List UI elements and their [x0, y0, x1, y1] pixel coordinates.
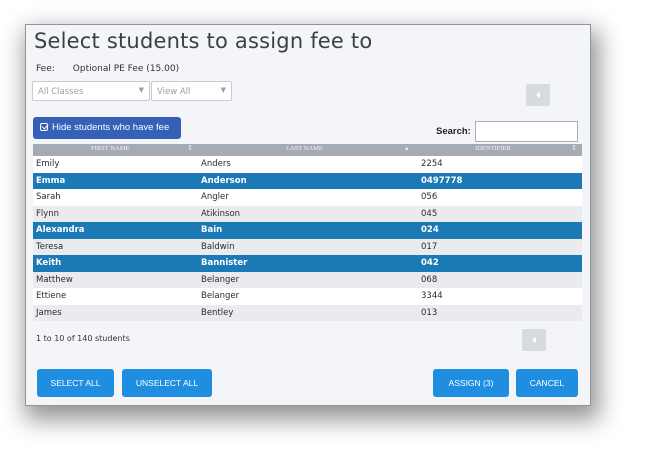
- chevron-left-icon: [536, 92, 540, 98]
- prev-page-button-bottom[interactable]: [522, 329, 546, 351]
- identifier-cell: 056: [421, 192, 438, 202]
- column-header-first-name[interactable]: FIRST NAME: [91, 145, 129, 152]
- last-name-cell: Anderson: [201, 175, 247, 186]
- identifier-cell: 013: [421, 307, 438, 318]
- first-name-cell: Teresa: [36, 241, 64, 252]
- search-input[interactable]: [475, 121, 578, 142]
- table-row[interactable]: Sarah Angler 056: [33, 189, 582, 206]
- first-name-cell: Alexandra: [36, 225, 85, 235]
- table-row[interactable]: Emily Anders 2254: [33, 156, 582, 173]
- table-row[interactable]: Matthew Belanger 068: [33, 271, 582, 288]
- prev-page-button-top[interactable]: [526, 84, 550, 106]
- first-name-cell: Matthew: [36, 274, 73, 285]
- caret-down-icon: ▼: [138, 86, 144, 94]
- classes-select-value: All Classes: [38, 87, 84, 97]
- fee-label: Fee:: [36, 64, 55, 74]
- caret-down-icon: ▼: [220, 86, 226, 94]
- sort-asc-icon[interactable]: ▴: [405, 144, 409, 152]
- cancel-button[interactable]: CANCEL: [516, 369, 578, 397]
- first-name-cell: Sarah: [36, 192, 61, 202]
- last-name-cell: Bain: [201, 225, 223, 235]
- sort-icon[interactable]: ⇕: [187, 144, 193, 152]
- last-name-cell: Belanger: [201, 274, 240, 285]
- last-name-cell: Bentley: [201, 307, 234, 318]
- view-select-value: View All: [157, 87, 191, 97]
- first-name-cell: Keith: [36, 258, 62, 268]
- identifier-cell: 042: [421, 258, 439, 268]
- table-row[interactable]: Teresa Baldwin 017: [33, 238, 582, 255]
- assign-button[interactable]: ASSIGN (3): [433, 369, 509, 397]
- select-all-button[interactable]: SELECT ALL: [37, 369, 114, 397]
- identifier-cell: 017: [421, 241, 438, 252]
- first-name-cell: James: [36, 307, 62, 318]
- first-name-cell: Emma: [36, 175, 66, 186]
- table-header: FIRST NAME ⇕ LAST NAME ▴ IDENTIFIER ⇕: [33, 144, 582, 156]
- view-select[interactable]: View All ▼: [151, 81, 232, 101]
- first-name-cell: Flynn: [36, 208, 60, 219]
- table-row[interactable]: Emma Anderson 0497778: [33, 172, 582, 189]
- sort-icon[interactable]: ⇕: [571, 144, 577, 152]
- identifier-cell: 0497778: [421, 175, 463, 186]
- search-label: Search:: [436, 126, 471, 137]
- identifier-cell: 068: [421, 274, 438, 285]
- identifier-cell: 024: [421, 225, 439, 235]
- last-name-cell: Angler: [201, 192, 229, 202]
- checkbox-checked-icon: [40, 123, 48, 131]
- fee-info: Fee: Optional PE Fee (15.00): [36, 64, 179, 74]
- column-header-last-name[interactable]: LAST NAME: [286, 145, 323, 152]
- last-name-cell: Bannister: [201, 258, 248, 268]
- chevron-left-icon: [532, 337, 536, 343]
- hide-students-with-fee-button[interactable]: Hide students who have fee: [33, 117, 181, 139]
- dialog-title: Select students to assign fee to: [34, 29, 373, 53]
- table-row[interactable]: James Bentley 013: [33, 304, 582, 321]
- last-name-cell: Belanger: [201, 291, 240, 301]
- identifier-cell: 3344: [421, 291, 443, 301]
- table-row[interactable]: Ettiene Belanger 3344: [33, 288, 582, 305]
- column-header-identifier[interactable]: IDENTIFIER: [475, 145, 511, 152]
- fee-value: Optional PE Fee (15.00): [72, 64, 180, 74]
- first-name-cell: Ettiene: [36, 291, 67, 301]
- hide-students-label: Hide students who have fee: [52, 122, 170, 133]
- classes-select[interactable]: All Classes ▼: [32, 81, 150, 101]
- table-row[interactable]: Alexandra Bain 024: [33, 222, 582, 239]
- last-name-cell: Baldwin: [201, 241, 235, 252]
- table-row[interactable]: Flynn Atikinson 045: [33, 205, 582, 222]
- table-row[interactable]: Keith Bannister 042: [33, 255, 582, 272]
- table-body: Emily Anders 2254 Emma Anderson 0497778 Sarah A…: [33, 156, 582, 321]
- unselect-all-button[interactable]: UNSELECT ALL: [122, 369, 212, 397]
- students-table: FIRST NAME ⇕ LAST NAME ▴ IDENTIFIER ⇕ Em…: [33, 144, 582, 321]
- identifier-cell: 045: [421, 208, 438, 219]
- pagination-summary: 1 to 10 of 140 students: [36, 334, 130, 343]
- last-name-cell: Anders: [201, 159, 231, 169]
- first-name-cell: Emily: [36, 159, 60, 169]
- last-name-cell: Atikinson: [201, 208, 241, 219]
- assign-fee-dialog: Select students to assign fee to Fee: Opt…: [25, 24, 591, 406]
- identifier-cell: 2254: [421, 159, 443, 169]
